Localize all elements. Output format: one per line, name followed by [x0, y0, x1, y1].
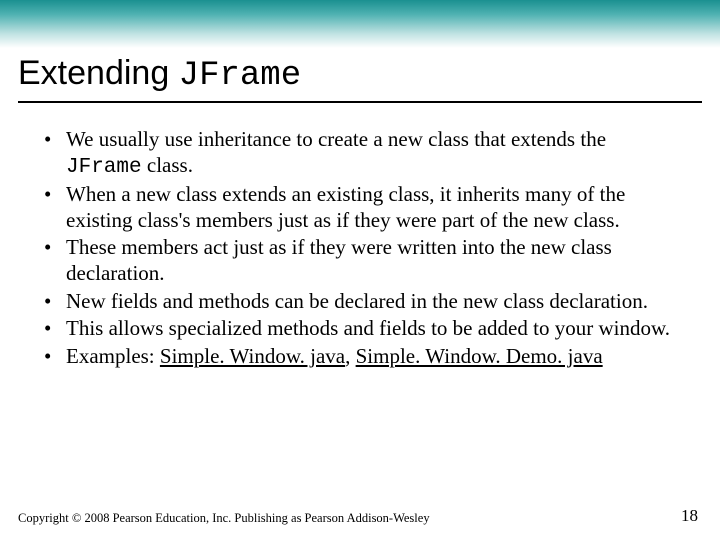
bullet-text-post: class. [142, 153, 193, 177]
bullet-item: Examples: Simple. Window. java, Simple. … [52, 344, 680, 370]
title-block: Extending JFrame [0, 48, 720, 97]
copyright-footer: Copyright © 2008 Pearson Education, Inc.… [18, 511, 430, 526]
bullet-text: This allows specialized methods and fiel… [66, 316, 670, 340]
bullet-item: When a new class extends an existing cla… [52, 182, 680, 233]
bullet-item: New fields and methods can be declared i… [52, 289, 680, 315]
page-number: 18 [681, 506, 698, 526]
bullet-code: JFrame [66, 156, 142, 179]
bullet-list: We usually use inheritance to create a n… [30, 127, 680, 369]
example-link-2[interactable]: Simple. Window. Demo. java [356, 344, 603, 368]
bullet-text: These members act just as if they were w… [66, 235, 612, 285]
example-link-1[interactable]: Simple. Window. java [160, 344, 345, 368]
title-text: Extending [18, 54, 179, 92]
bullet-item: This allows specialized methods and fiel… [52, 316, 680, 342]
title-code: JFrame [179, 57, 301, 95]
link-separator: , [345, 344, 356, 368]
bullet-text: Examples: [66, 344, 160, 368]
header-gradient [0, 0, 720, 48]
bullet-item: We usually use inheritance to create a n… [52, 127, 680, 180]
slide: Extending JFrame We usually use inherita… [0, 0, 720, 540]
bullet-text: When a new class extends an existing cla… [66, 182, 625, 232]
bullet-text: New fields and methods can be declared i… [66, 289, 648, 313]
title-underline [18, 101, 702, 103]
bullet-item: These members act just as if they were w… [52, 235, 680, 286]
slide-title: Extending JFrame [18, 54, 700, 95]
bullet-text: We usually use inheritance to create a n… [66, 127, 606, 151]
